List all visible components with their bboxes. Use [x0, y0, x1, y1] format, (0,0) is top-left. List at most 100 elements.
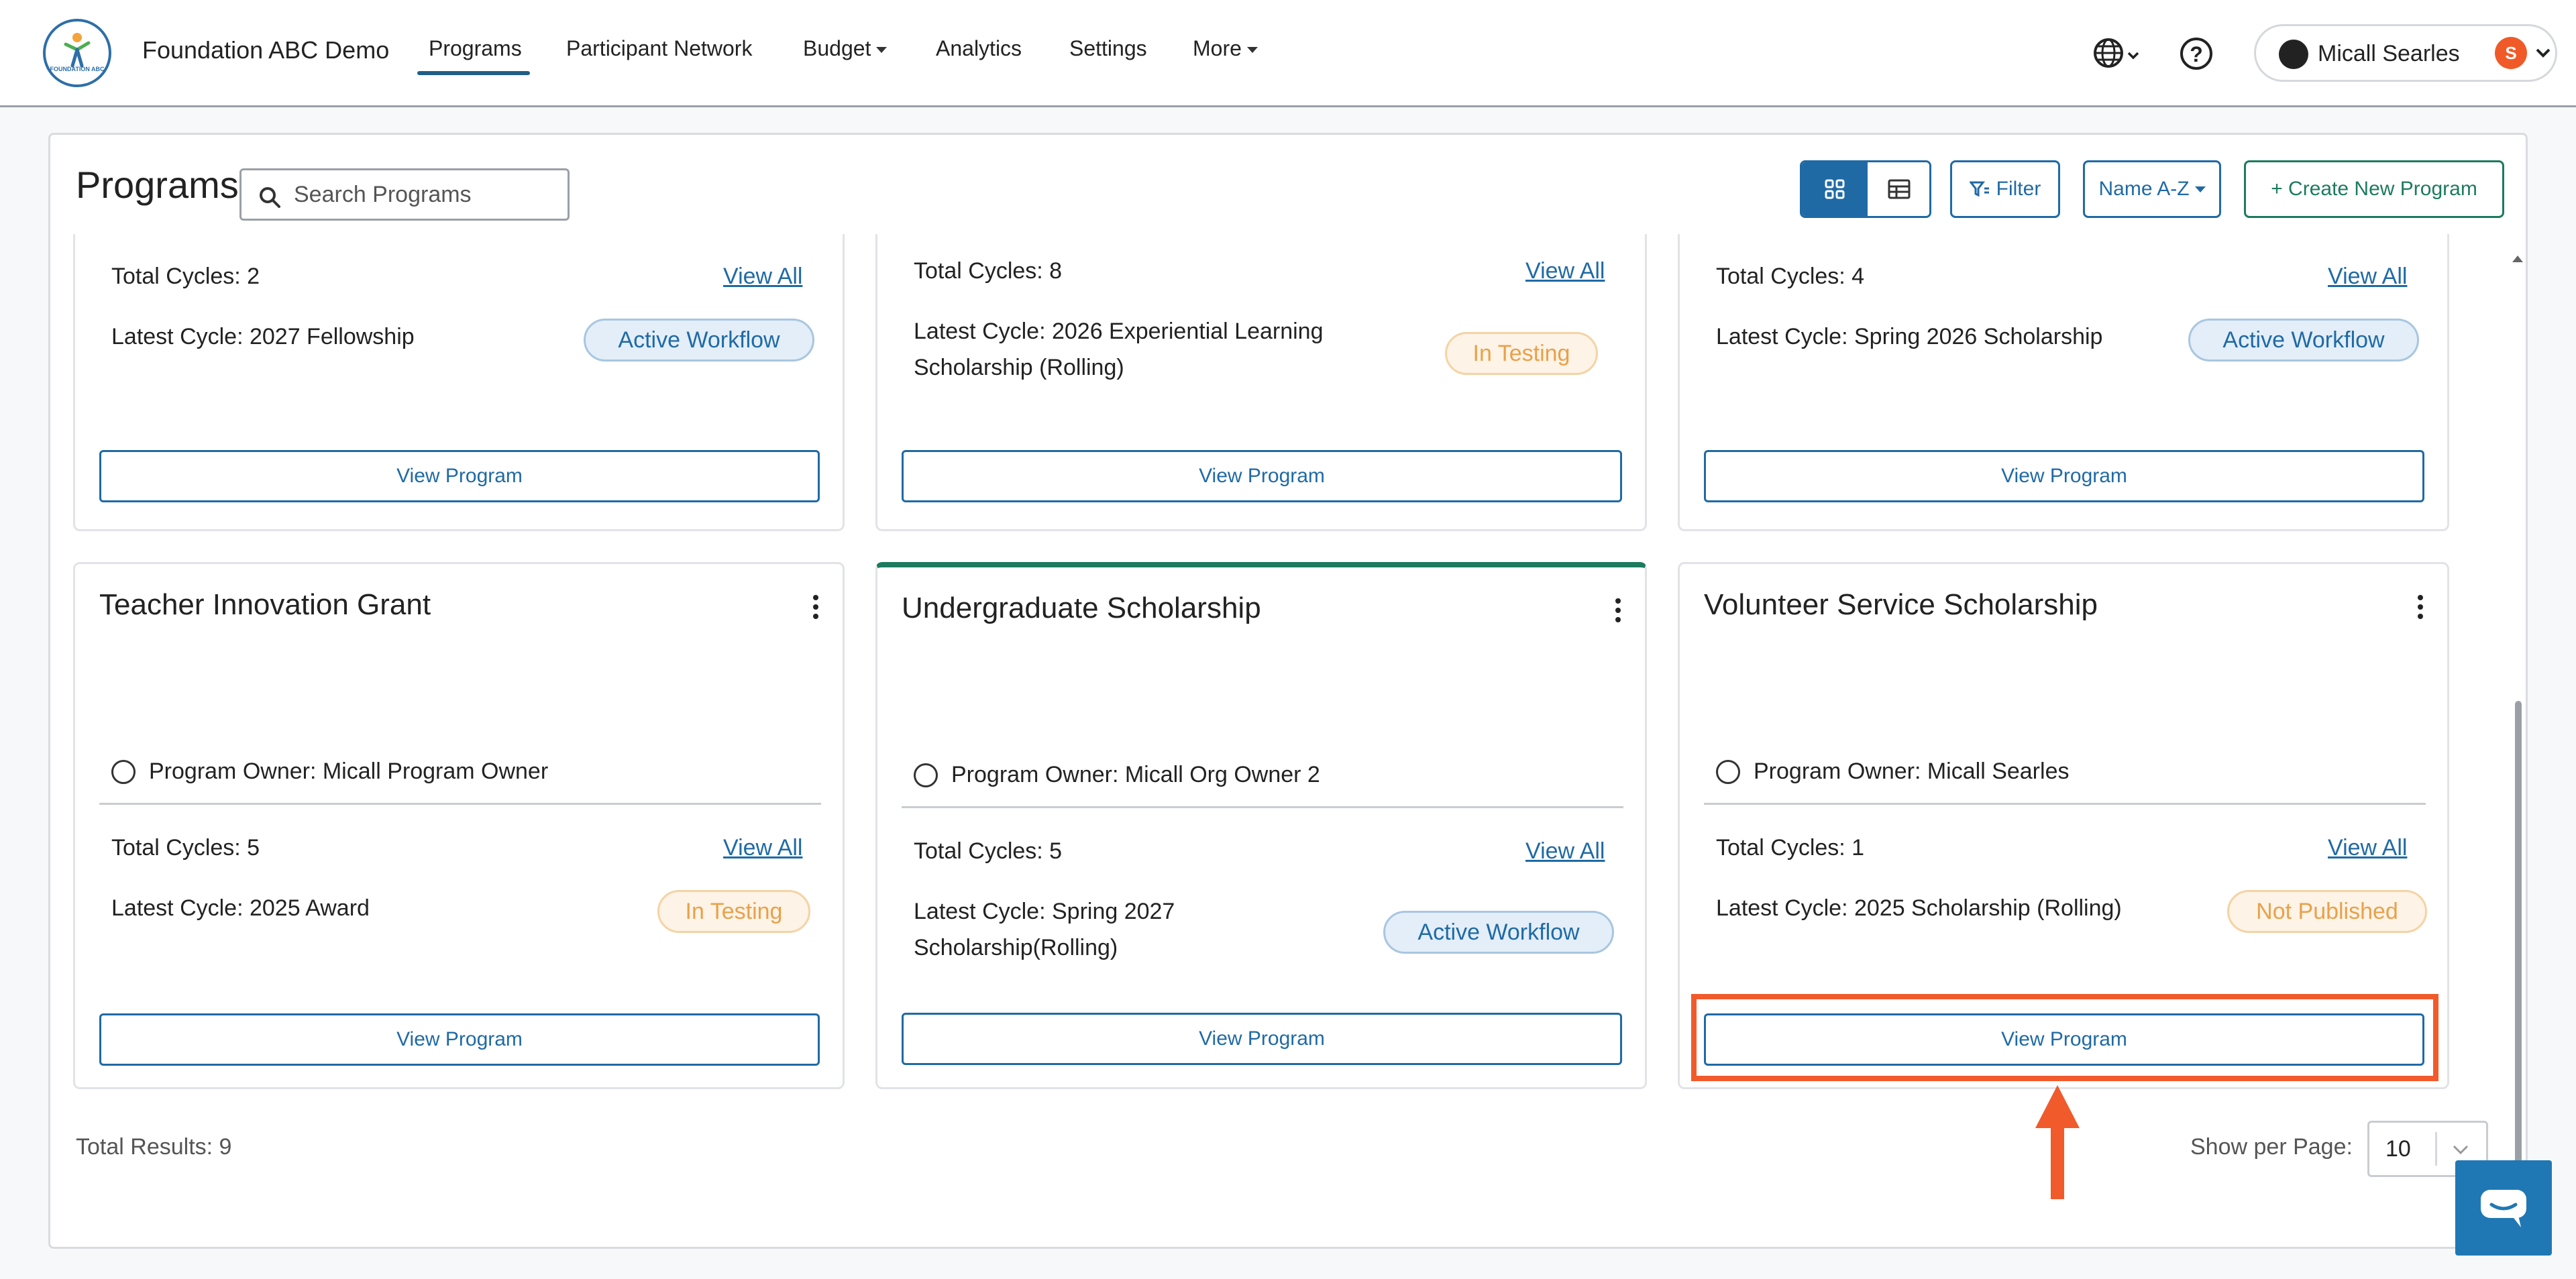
search-icon — [260, 187, 280, 208]
select-separator — [2435, 1132, 2437, 1166]
view-all-link[interactable]: View All — [723, 264, 802, 290]
caret-down-icon — [876, 47, 888, 54]
view-all-link[interactable]: View All — [723, 835, 802, 861]
program-card: Total Cycles: 2 View All Latest Cycle: 2… — [73, 234, 845, 531]
nav-more-label: More — [1193, 36, 1242, 60]
top-navbar: FOUNDATION ABC Foundation ABC Demo Progr… — [0, 0, 2576, 107]
total-cycles: Total Cycles: 2 — [111, 264, 260, 289]
more-options-icon[interactable] — [2416, 595, 2424, 622]
total-results: Total Results: 9 — [76, 1134, 232, 1160]
create-program-button[interactable]: + Create New Program — [2244, 160, 2504, 218]
per-page-value: 10 — [2385, 1136, 2411, 1162]
total-cycles: Total Cycles: 5 — [914, 838, 1063, 864]
user-badge: S — [2495, 37, 2527, 69]
filter-button[interactable]: Filter — [1950, 160, 2060, 218]
nav-participant-network-label: Participant Network — [566, 36, 753, 60]
user-circle-icon — [111, 760, 136, 784]
program-card: Undergraduate Scholarship Program Owner:… — [875, 562, 1647, 1089]
status-badge: Active Workflow — [1383, 911, 1614, 954]
user-circle-icon — [914, 763, 938, 787]
program-owner: Program Owner: Micall Program Owner — [149, 759, 549, 784]
help-icon[interactable]: ? — [2180, 38, 2212, 70]
chevron-down-icon — [2536, 48, 2551, 58]
nav-budget-label: Budget — [803, 36, 871, 60]
program-title: Teacher Innovation Grant — [99, 588, 431, 621]
latest-cycle: Latest Cycle: 2026 Experiential Learning… — [914, 319, 1324, 380]
foundation-logo[interactable]: FOUNDATION ABC — [43, 19, 111, 87]
sort-dropdown[interactable]: Name A-Z — [2083, 160, 2221, 218]
language-chevron-icon[interactable] — [2127, 51, 2140, 60]
nav-settings-label: Settings — [1069, 36, 1147, 60]
programs-panel: Programs Search Programs Filter Name A-Z… — [48, 133, 2528, 1249]
status-badge: In Testing — [657, 890, 810, 933]
org-name: Foundation ABC Demo — [142, 36, 390, 64]
view-toggle — [1800, 160, 1931, 218]
view-program-button[interactable]: View Program — [1704, 450, 2424, 502]
latest-cycle: Latest Cycle: 2025 Award — [111, 895, 370, 921]
latest-cycle: Latest Cycle: Spring 2026 Scholarship — [1716, 324, 2103, 349]
nav-budget[interactable]: Budget — [803, 36, 888, 61]
user-name: Micall Searles — [2318, 41, 2460, 66]
nav-analytics-label: Analytics — [936, 36, 1022, 60]
divider — [99, 803, 821, 805]
more-options-icon[interactable] — [1614, 598, 1622, 625]
divider — [1704, 803, 2426, 805]
nav-active-indicator — [417, 71, 530, 75]
user-menu[interactable]: Micall Searles S — [2254, 24, 2557, 82]
chat-button[interactable] — [2455, 1160, 2552, 1256]
user-circle-icon — [1716, 760, 1740, 784]
nav-more[interactable]: More — [1193, 36, 1258, 61]
caret-down-icon — [2194, 186, 2206, 192]
status-badge: Active Workflow — [2188, 319, 2419, 362]
create-program-label: + Create New Program — [2271, 178, 2477, 200]
highlight-box — [1691, 994, 2438, 1081]
search-box[interactable] — [239, 168, 570, 221]
total-cycles: Total Cycles: 8 — [914, 258, 1063, 284]
total-cycles: Total Cycles: 4 — [1716, 264, 1865, 289]
nav-programs[interactable]: Programs — [429, 36, 522, 61]
nav-analytics[interactable]: Analytics — [936, 36, 1022, 61]
divider — [902, 806, 1623, 808]
globe-icon[interactable] — [2093, 38, 2124, 68]
grid-view-button[interactable] — [1802, 162, 1868, 216]
chat-icon — [2481, 1190, 2526, 1227]
program-owner: Program Owner: Micall Searles — [1754, 759, 2070, 784]
more-options-icon[interactable] — [812, 595, 820, 622]
caret-down-icon — [1246, 47, 1258, 54]
view-all-link[interactable]: View All — [1525, 258, 1605, 284]
program-title: Undergraduate Scholarship — [902, 592, 1261, 624]
status-badge: Active Workflow — [584, 319, 814, 362]
sort-label: Name A-Z — [2098, 178, 2190, 200]
latest-cycle: Latest Cycle: Spring 2027 Scholarship(Ro… — [914, 899, 1175, 960]
grid-icon — [1825, 179, 1845, 199]
nav-participant-network[interactable]: Participant Network — [566, 36, 752, 61]
latest-cycle: Latest Cycle: 2027 Fellowship — [111, 324, 415, 349]
program-title: Volunteer Service Scholarship — [1704, 588, 2098, 621]
table-view-button[interactable] — [1868, 162, 1929, 216]
page-title: Programs — [76, 164, 239, 206]
nav-settings[interactable]: Settings — [1069, 36, 1147, 61]
search-input[interactable] — [292, 170, 561, 219]
filter-icon — [1969, 181, 1989, 197]
chevron-down-icon — [2453, 1145, 2469, 1155]
view-program-button[interactable]: View Program — [902, 1013, 1622, 1065]
status-badge: Not Published — [2227, 890, 2427, 933]
view-program-button[interactable]: View Program — [902, 450, 1622, 502]
program-card: Teacher Innovation Grant Program Owner: … — [73, 562, 845, 1089]
logo-text: FOUNDATION ABC — [50, 66, 105, 72]
filter-label: Filter — [1996, 178, 2041, 200]
view-all-link[interactable]: View All — [2328, 835, 2407, 861]
view-all-link[interactable]: View All — [1525, 838, 1605, 865]
view-program-button[interactable]: View Program — [99, 450, 820, 502]
program-owner: Program Owner: Micall Org Owner 2 — [951, 762, 1320, 787]
logo-figure-icon — [64, 33, 91, 68]
total-cycles: Total Cycles: 5 — [111, 835, 260, 860]
scroll-up-icon[interactable] — [2512, 256, 2523, 262]
program-card: Total Cycles: 4 View All Latest Cycle: S… — [1678, 234, 2449, 531]
total-cycles: Total Cycles: 1 — [1716, 835, 1865, 860]
view-all-link[interactable]: View All — [2328, 264, 2407, 290]
latest-cycle: Latest Cycle: 2025 Scholarship (Rolling) — [1716, 895, 2122, 921]
view-program-button[interactable]: View Program — [99, 1013, 820, 1066]
arrow-up-icon — [2035, 1085, 2080, 1199]
program-card: Total Cycles: 8 View All Latest Cycle: 2… — [875, 234, 1647, 531]
